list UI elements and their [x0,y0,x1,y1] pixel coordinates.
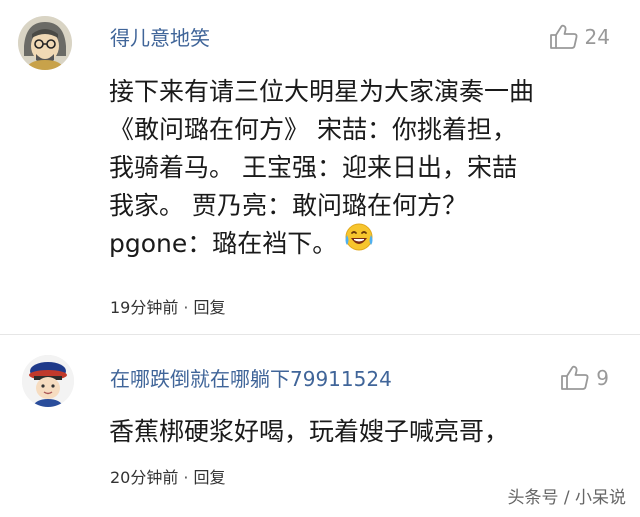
user-avatar[interactable] [22,355,74,407]
user-avatar[interactable] [18,16,72,70]
username[interactable]: 在哪跌倒就在哪躺下79911524 [110,363,392,392]
avatar-illustration-icon [22,355,74,407]
comment-meta: 20分钟前 · 回复 [110,464,225,488]
comment-text: 接下来有请三位大明星为大家演奏一曲 《敢问璐在何方》 宋喆：你挑着担， 我骑着马… [109,73,614,264]
comment-line: 香蕉梆硬浆好喝，玩着嫂子喊亮哥， [109,417,510,446]
comment-line: 我骑着马。 王宝强：迎来日出，宋喆 [109,153,517,182]
comment-text: 香蕉梆硬浆好喝，玩着嫂子喊亮哥， [109,413,614,451]
comment-meta: 19分钟前 · 回复 [110,294,225,318]
comment-item: 得儿意地笑 24 接下来有请三位大明星为大家演奏一曲 《敢问璐在何方》 宋喆：你… [0,0,640,334]
separator-dot: · [183,298,189,317]
like-count: 24 [584,25,610,49]
username[interactable]: 得儿意地笑 [110,22,210,51]
comment-time: 19分钟前 [110,298,179,317]
comment-line: 我家。 贾乃亮：敢问璐在何方？ [109,191,467,220]
comment-line: 《敢问璐在何方》 宋喆：你挑着担， [109,115,517,144]
avatar-illustration-icon [18,16,72,70]
comment-line-last: pgone：璐在裆下。 [109,223,614,264]
reply-link[interactable]: 回复 [193,468,225,487]
reply-link[interactable]: 回复 [193,298,225,317]
laughing-tears-emoji-icon [343,221,375,264]
like-button[interactable]: 24 [549,24,610,50]
like-count: 9 [596,366,609,390]
comment-time: 20分钟前 [110,468,179,487]
separator-dot: · [183,468,189,487]
like-button[interactable]: 9 [560,365,609,391]
comment-line: pgone：璐在裆下。 [109,229,338,258]
comment-line: 接下来有请三位大明星为大家演奏一曲 [109,77,535,106]
thumbs-up-icon [549,24,578,49]
watermark: 头条号 / 小呆说 [507,488,626,508]
thumbs-up-icon [561,365,589,390]
